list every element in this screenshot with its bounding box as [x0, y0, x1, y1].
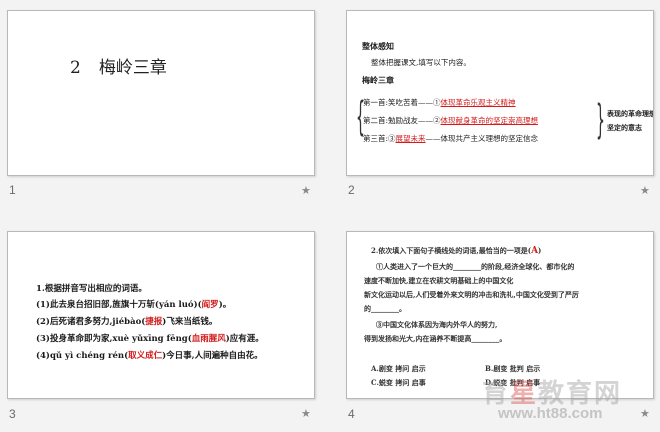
slide-number-1: 1 [9, 183, 16, 197]
para-3-line-1: ③中国文化体系因为海内外华人的努力, [376, 320, 498, 329]
poem-row-3: 第三首:③展望未来——体现共产主义理想的坚定信念 [363, 133, 538, 144]
slide-1-animation-star-icon[interactable]: ★ [301, 184, 311, 197]
option-a: A.剧变 拷问 启示 [371, 364, 426, 373]
row-2-label: 第二首:勉励战友——② [363, 116, 441, 125]
item-3-text: (3)投身革命即为家,xuè yǔxīng fēng( [36, 334, 192, 344]
item-1-end: 。 [222, 300, 232, 310]
item-2-text: (2)后死诸君多努力,jiébào( [36, 317, 146, 327]
item-1-text: (1)此去泉台招旧部,旌旗十万斩(yán luó) [36, 300, 198, 310]
slide-2-thumbnail[interactable]: 整体感知 整体把握课文,填写以下内容。 梅岭三章 { 第一首:笑吃苦着——①体现… [346, 10, 654, 176]
slide-4-animation-star-icon[interactable]: ★ [640, 407, 650, 420]
item-4-text: (4)qǔ yì chéng rén( [36, 351, 129, 361]
para-1-line-2: 速度不断加快,建立在农耕文明基础上的中国文化 [364, 276, 514, 285]
slide-2-animation-star-icon[interactable]: ★ [640, 184, 650, 197]
para-3-line-2: 得到发扬和光大,内在涵养不断提高________。 [364, 334, 507, 343]
row-1-label: 第一首:笑吃苦着——① [363, 98, 441, 107]
item-4: (4)qǔ yì chéng rén(取义成仁)今日事,人间遍种自由花。 [36, 349, 263, 361]
item-1: (1)此去泉台招旧部,旌旗十万斩(yán luó)(阎罗)。 [36, 300, 232, 310]
para-2-line-1: 的________。 [364, 304, 406, 313]
title-number: 2 [70, 58, 81, 78]
right-brace-icon: } [596, 97, 605, 143]
summary-line-1: 表现的革命理想 [607, 109, 654, 118]
slide-2-poem-title: 梅岭三章 [362, 75, 394, 85]
row-2-answer: 体现献身革命的坚定崇高理想 [440, 116, 539, 125]
slide-1-title: 2 梅岭三章 [70, 53, 167, 78]
para-1-line-1: ①人类进入了一个巨大的________的阶段,经济全球化、都市化的 [376, 262, 575, 271]
item-2: (2)后死诸君多努力,jiébào(捷报)飞来当纸钱。 [36, 315, 217, 327]
slide-3-thumbnail[interactable]: 1.根据拼音写出相应的词语。 (1)此去泉台招旧部,旌旗十万斩(yán luó)… [7, 231, 315, 399]
item-2-answer: 捷报 [145, 317, 163, 327]
slide-1-thumbnail[interactable]: 2 梅岭三章 [7, 10, 315, 176]
row-3-tail: ——体现共产主义理想的坚定信念 [425, 134, 539, 143]
row-3-answer: 展望未来 [395, 134, 426, 143]
title-text: 梅岭三章 [98, 58, 167, 78]
item-4-answer: 取义成仁 [128, 351, 163, 361]
row-1-answer: 体现革命乐观主义精神 [440, 98, 516, 107]
slide-number-2: 2 [348, 183, 355, 197]
option-c: C.蜕变 拷问 启事 [371, 378, 426, 387]
slide-number-4: 4 [348, 407, 355, 421]
slide-2-instruction: 整体把握课文,填写以下内容。 [371, 58, 471, 67]
item-4-end: )今日事,人间遍种自由花。 [162, 351, 263, 361]
watermark-url: www.ht88.com [498, 405, 603, 422]
item-2-end: )飞来当纸钱。 [162, 317, 218, 327]
slide-3-animation-star-icon[interactable]: ★ [301, 407, 311, 420]
slide-2-heading: 整体感知 [362, 41, 394, 51]
row-3-label: 第三首:③ [363, 134, 396, 143]
slide-3-question-title: 1.根据拼音写出相应的词语。 [36, 284, 147, 294]
question-text: 2.依次填入下面句子横线处的词语,最恰当的一项是( [371, 246, 532, 255]
item-1-answer: 阎罗 [201, 300, 219, 310]
item-3-answer: 血雨腥风 [191, 334, 226, 344]
slide-4-question: 2.依次填入下面句子横线处的词语,最恰当的一项是(A) [371, 246, 541, 256]
slide-number-3: 3 [9, 407, 16, 421]
para-2-line-2: 新文化运动以后,人们受着外来文明的冲击和洗礼,中国文化受到了严厉 [364, 290, 579, 299]
poem-row-1: 第一首:笑吃苦着——①体现革命乐观主义精神 [363, 97, 516, 108]
item-3-end: )应有涯。 [225, 334, 264, 344]
poem-row-2: 第二首:勉励战友——②体现献身革命的坚定崇高理想 [363, 115, 538, 126]
question-end: ) [538, 246, 542, 255]
question-answer: A [531, 246, 539, 256]
item-3: (3)投身革命即为家,xuè yǔxīng fēng(血雨腥风)应有涯。 [36, 332, 264, 344]
summary-line-2: 坚定的意志 [607, 123, 642, 132]
